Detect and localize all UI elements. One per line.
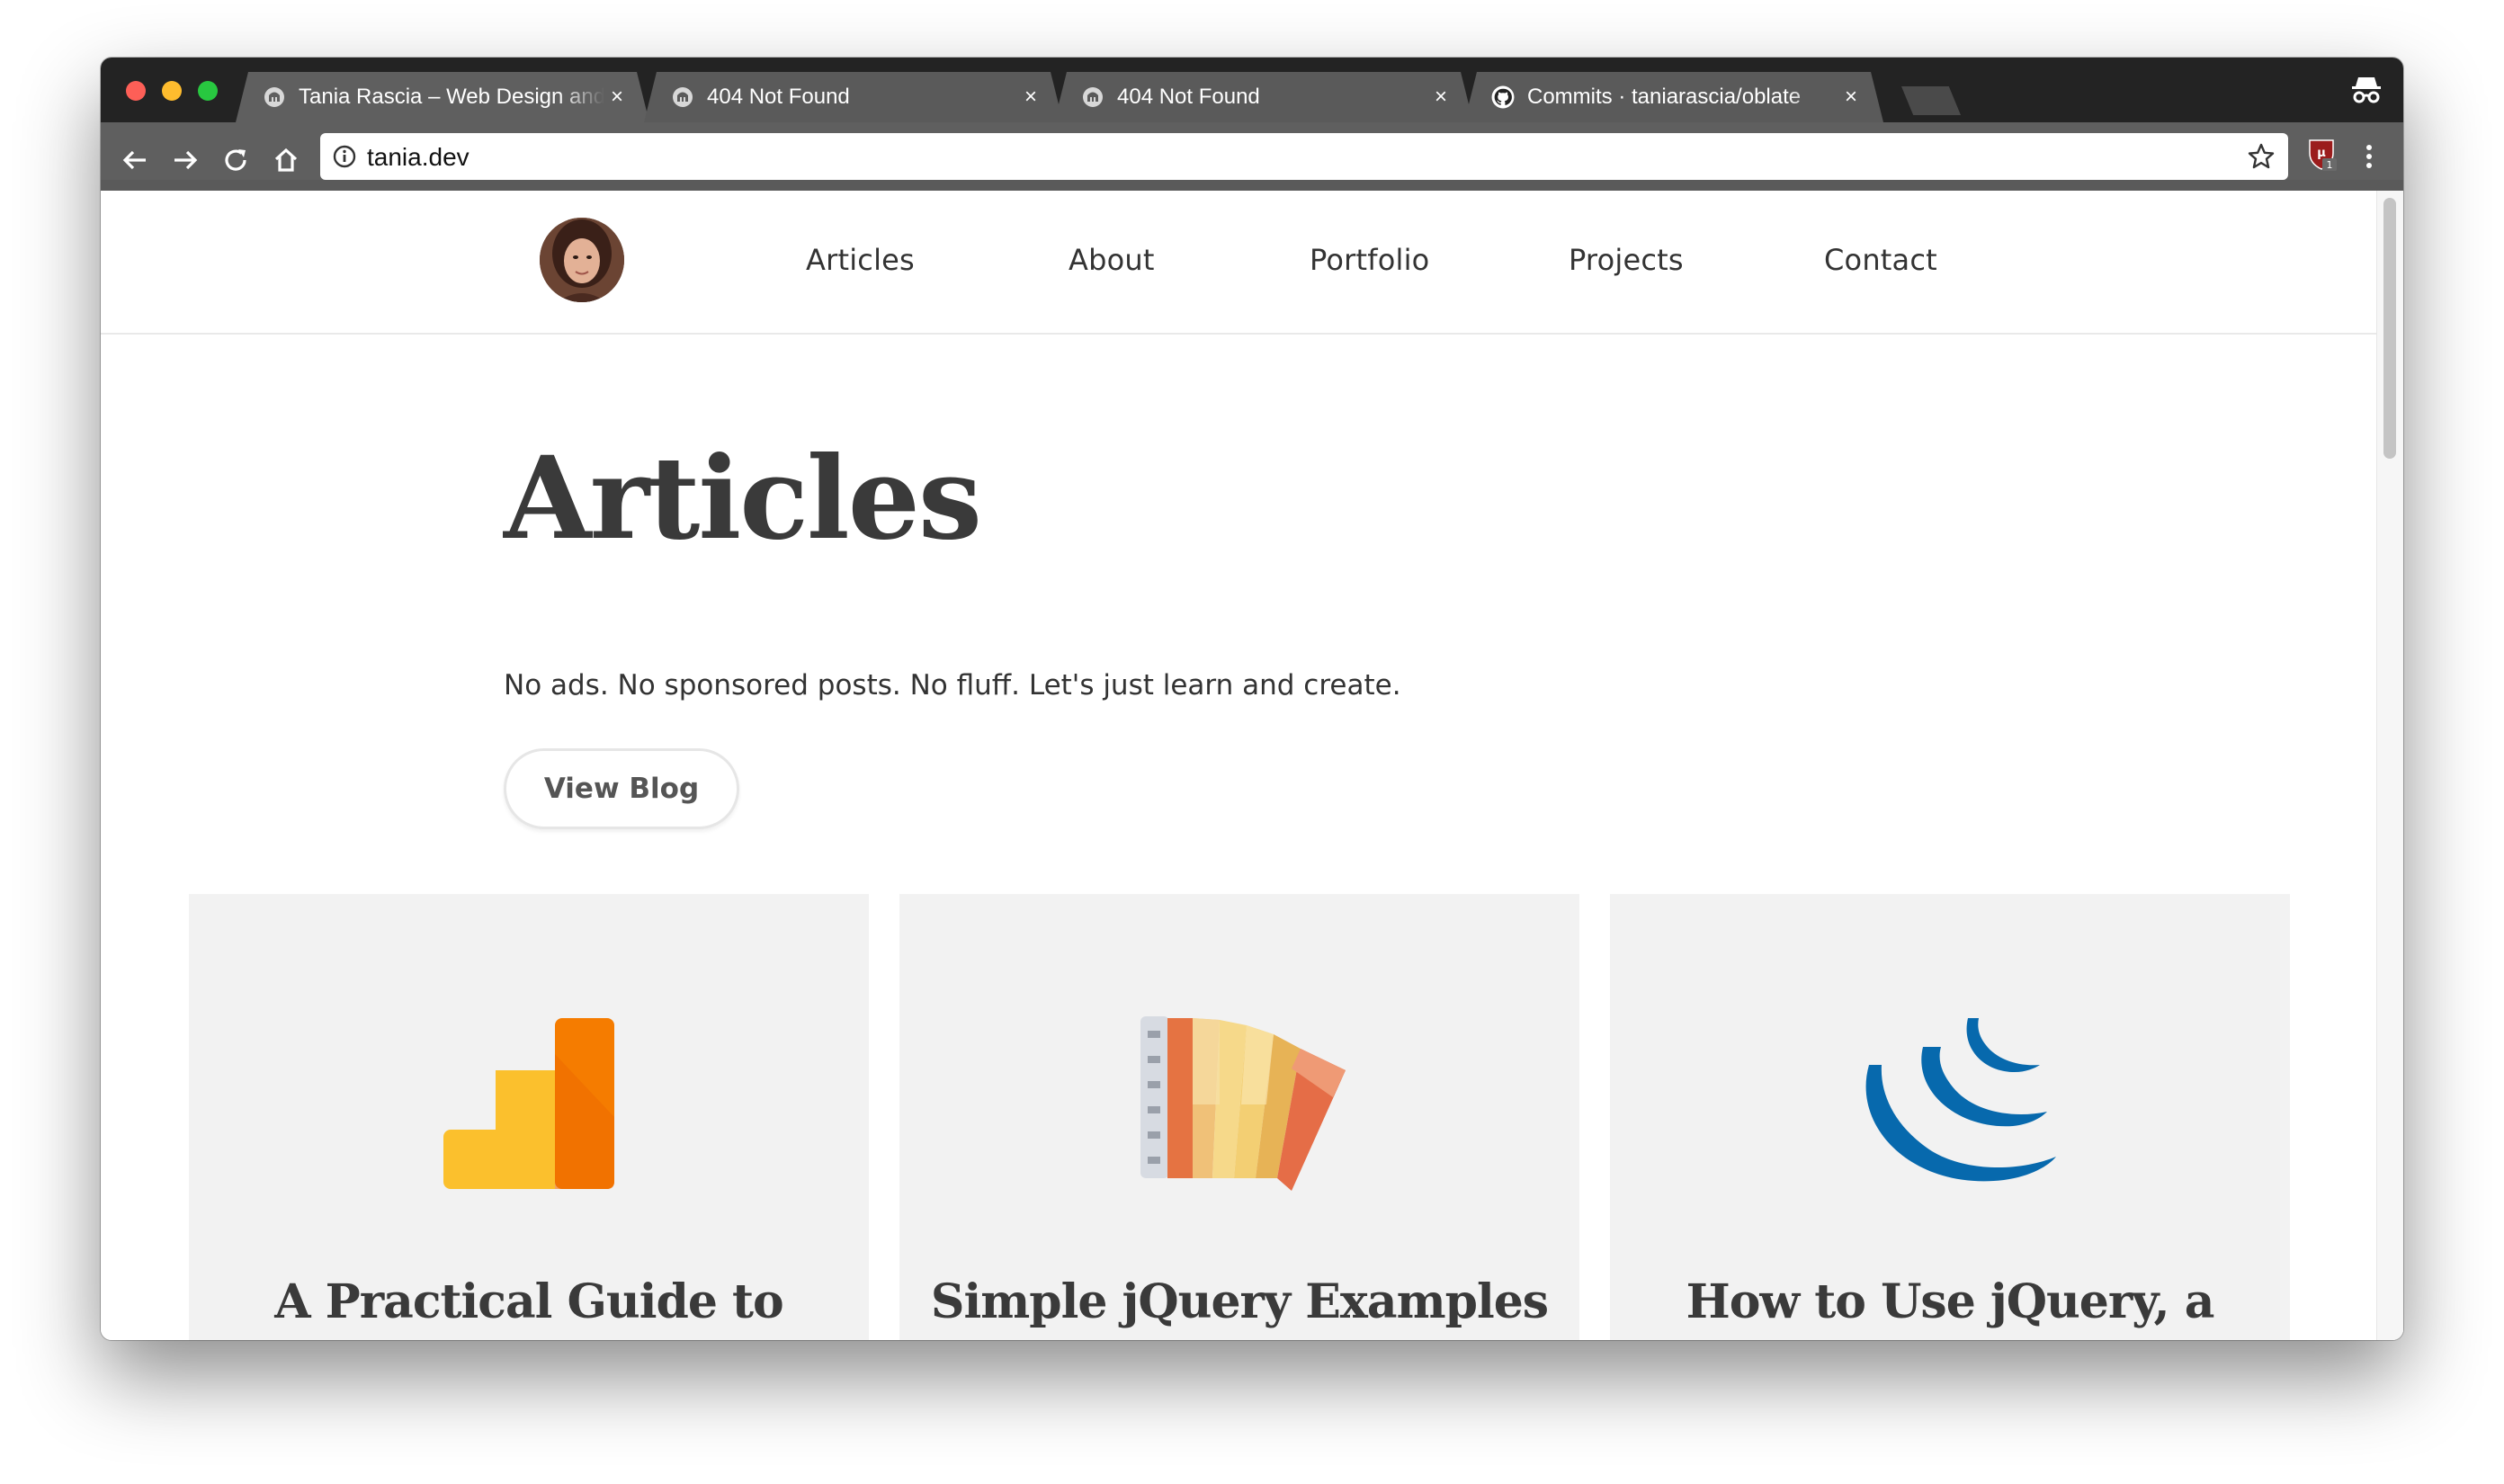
- site-favicon-icon: [671, 85, 694, 109]
- tab-strip: Tania Rascia – Web Design and Developmen…: [101, 58, 2403, 122]
- page-viewport[interactable]: Articles About Portfolio Projects Contac…: [101, 191, 2403, 1340]
- ublock-extension-icon[interactable]: μ 1: [2306, 137, 2339, 173]
- article-card[interactable]: A Practical Guide to Search Engine: [189, 894, 869, 1340]
- color-swatch-fan-icon: [899, 1011, 1579, 1200]
- forward-button[interactable]: [167, 142, 203, 178]
- google-analytics-icon: [189, 1011, 869, 1200]
- site-header: Articles About Portfolio Projects Contac…: [101, 191, 2376, 335]
- svg-text:μ: μ: [2317, 147, 2326, 160]
- article-title[interactable]: A Practical Guide to Search Engine: [216, 1272, 842, 1340]
- toolbar-divider: [101, 180, 2403, 191]
- tab-2[interactable]: 404 Not Found ×: [644, 72, 1063, 122]
- bookmark-star-icon[interactable]: [2247, 142, 2276, 171]
- nav-articles[interactable]: Articles: [806, 243, 915, 277]
- new-tab-button[interactable]: [1901, 86, 1961, 115]
- nav-contact[interactable]: Contact: [1824, 243, 1937, 277]
- nav-projects[interactable]: Projects: [1569, 243, 1684, 277]
- article-title[interactable]: How to Use jQuery, a JavaScript Library: [1637, 1272, 2263, 1340]
- close-tab-icon[interactable]: ×: [1838, 85, 1864, 110]
- browser-menu-icon[interactable]: [2358, 140, 2380, 173]
- site-favicon-icon: [263, 85, 286, 109]
- tab-title: Commits · taniarascia/oblate: [1527, 85, 1802, 109]
- nav-about[interactable]: About: [1069, 243, 1155, 277]
- back-button[interactable]: [117, 142, 153, 178]
- tab-1[interactable]: Tania Rascia – Web Design and Developmen…: [236, 72, 649, 122]
- site-favicon-icon: [1081, 85, 1104, 109]
- tab-title: Tania Rascia – Web Design and Developmen…: [299, 85, 604, 109]
- scrollbar-thumb[interactable]: [2383, 198, 2396, 459]
- maximize-window-button[interactable]: [198, 81, 218, 101]
- article-title[interactable]: Simple jQuery Examples with Code and Dem…: [926, 1272, 1552, 1340]
- home-button[interactable]: [268, 142, 304, 178]
- scrollbar[interactable]: [2376, 191, 2403, 1340]
- extension-badge: 1: [2327, 159, 2333, 171]
- article-card[interactable]: Simple jQuery Examples with Code and Dem…: [899, 894, 1579, 1340]
- view-blog-button[interactable]: View Blog: [504, 748, 739, 829]
- tab-4[interactable]: Commits · taniarascia/oblate ×: [1464, 72, 1883, 122]
- close-tab-icon[interactable]: ×: [1018, 85, 1043, 110]
- article-card[interactable]: How to Use jQuery, a JavaScript Library: [1610, 894, 2290, 1340]
- incognito-icon: [2349, 74, 2383, 106]
- close-tab-icon[interactable]: ×: [604, 85, 630, 110]
- close-window-button[interactable]: [126, 81, 146, 101]
- avatar[interactable]: [540, 218, 624, 302]
- jquery-logo-icon: [1610, 1011, 2290, 1200]
- tab-title: 404 Not Found: [707, 85, 850, 109]
- tab-3[interactable]: 404 Not Found ×: [1054, 72, 1473, 122]
- nav-portfolio[interactable]: Portfolio: [1310, 243, 1429, 277]
- github-icon: [1491, 85, 1515, 109]
- url-text[interactable]: tania.dev: [367, 143, 470, 172]
- minimize-window-button[interactable]: [162, 81, 182, 101]
- close-tab-icon[interactable]: ×: [1428, 85, 1453, 110]
- address-bar[interactable]: tania.dev: [320, 133, 2288, 180]
- page-title: Articles: [504, 432, 982, 565]
- reload-button[interactable]: [218, 142, 254, 178]
- browser-window: Tania Rascia – Web Design and Developmen…: [101, 58, 2403, 1340]
- info-icon[interactable]: [333, 145, 356, 168]
- tagline: No ads. No sponsored posts. No fluff. Le…: [504, 669, 1401, 702]
- tab-title: 404 Not Found: [1117, 85, 1260, 109]
